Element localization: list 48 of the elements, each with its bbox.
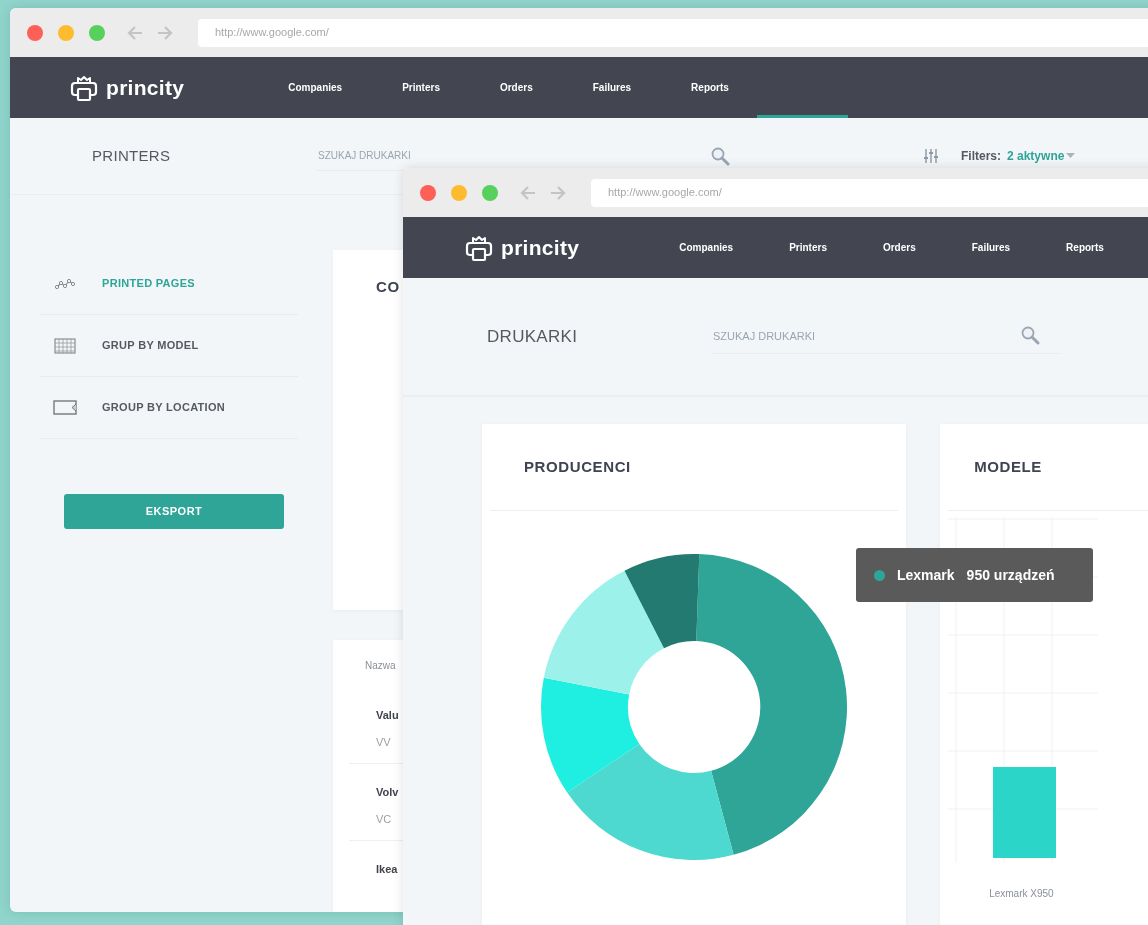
grid-icon <box>52 337 78 354</box>
table-cell-text: VV <box>376 734 392 750</box>
close-button[interactable] <box>420 184 436 201</box>
zoom-button[interactable] <box>89 24 105 41</box>
table-cell-text: Volv <box>376 785 400 800</box>
back-arrow-icon[interactable] <box>126 24 144 41</box>
nav-link[interactable]: Failures <box>592 80 632 95</box>
search-icon[interactable] <box>1021 326 1042 347</box>
line-chart-icon <box>52 278 78 289</box>
sidebar-item[interactable]: GRUP BY MODEL <box>40 315 298 377</box>
table-cell-text: VC <box>376 811 393 827</box>
search-icon[interactable] <box>711 146 730 166</box>
page-title: DRUKARKI <box>487 325 579 348</box>
nav-link[interactable]: Printers <box>402 80 440 95</box>
nav-link[interactable]: Printers <box>789 240 827 255</box>
zoom-button[interactable] <box>482 184 498 201</box>
printer-logo-icon <box>70 73 98 102</box>
card-title: MODELE <box>974 456 1042 477</box>
close-button[interactable] <box>27 24 43 41</box>
minimize-button[interactable] <box>58 24 74 41</box>
tag-icon <box>52 400 78 415</box>
forward-arrow-icon[interactable] <box>549 184 567 201</box>
forward-arrow-icon[interactable] <box>156 24 174 41</box>
back-arrow-icon[interactable] <box>519 184 537 201</box>
tooltip-label: Lexmark <box>897 565 955 585</box>
nav-link[interactable]: Reports <box>691 80 729 95</box>
filters-label: Filters: <box>961 148 1001 165</box>
sidebar-item[interactable]: GROUP BY LOCATION <box>40 377 298 439</box>
nav-link[interactable]: Companies <box>679 240 734 255</box>
nav-link[interactable]: Orders <box>882 240 916 255</box>
brand-name: princity <box>501 234 580 261</box>
brand-name: princity <box>106 74 185 101</box>
table-cell-text: Valu <box>376 708 400 723</box>
nav-link[interactable]: Reports <box>1066 240 1104 255</box>
nav-link[interactable]: Orders <box>499 80 533 95</box>
tooltip-value: 950 urządzeń <box>966 565 1055 585</box>
card-title: CO <box>376 277 401 297</box>
bar-label: Lexmark X950 <box>989 887 1054 901</box>
filter-sliders-icon[interactable] <box>923 148 939 164</box>
page-title: PRINTERS <box>92 145 172 166</box>
minimize-button[interactable] <box>451 184 467 201</box>
card-title: PRODUCENCI <box>524 456 631 477</box>
nav-link[interactable]: Companies <box>288 80 343 95</box>
table-cell-text: Ikea <box>376 862 399 877</box>
column-header: Nazwa <box>365 659 397 673</box>
nav-link[interactable]: Failures <box>971 240 1011 255</box>
printer-logo-icon <box>465 233 493 262</box>
caret-down-icon <box>1066 153 1076 159</box>
